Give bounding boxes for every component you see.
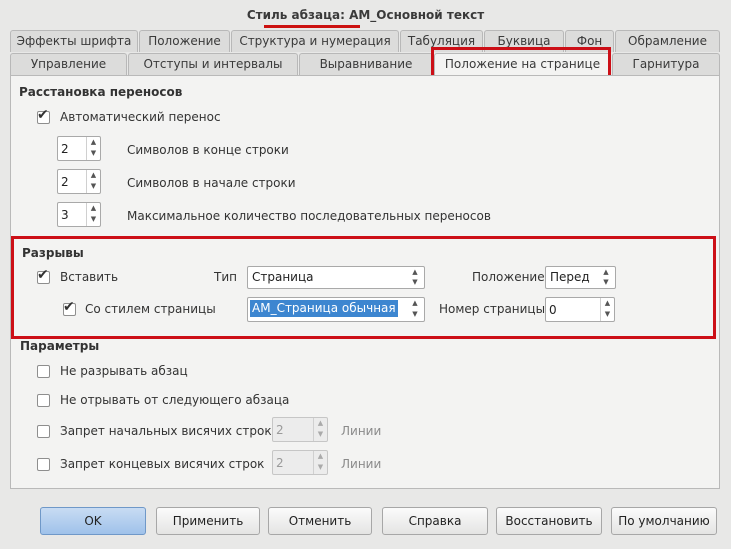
tab-drop-caps[interactable]: Буквица xyxy=(484,30,564,52)
tab-text-flow[interactable]: Положение на странице xyxy=(434,53,611,77)
combo-arrows-icon[interactable]: ▲ ▼ xyxy=(406,267,424,288)
insert-break-checkbox[interactable]: ✔ xyxy=(37,267,50,284)
tab-outline-numbering[interactable]: Структура и нумерация xyxy=(231,30,399,52)
start-chars-spinbox[interactable]: 2 ▲ ▼ xyxy=(57,169,101,194)
start-chars-label: Символов в начале строки xyxy=(127,176,296,190)
widow-lines-value: 2 xyxy=(276,456,284,470)
options-title: Параметры xyxy=(20,339,100,353)
end-chars-spinbox[interactable]: 2 ▲ ▼ xyxy=(57,136,101,161)
auto-hyphenation-checkbox[interactable]: ✔ xyxy=(37,107,50,124)
page-number-spinbox[interactable]: 0 ▲ ▼ xyxy=(545,297,615,322)
max-consecutive-label: Максимальное количество последовательных… xyxy=(127,209,491,223)
ok-button[interactable]: OK xyxy=(40,507,146,535)
break-position-combo[interactable]: Перед ▲ ▼ xyxy=(545,266,616,289)
end-chars-value: 2 xyxy=(61,142,69,156)
page-number-label: Номер страницы xyxy=(439,302,546,316)
spin-arrows-icon[interactable]: ▲ ▼ xyxy=(86,203,100,226)
with-page-style-label: Со стилем страницы xyxy=(85,302,216,316)
tab-font[interactable]: Гарнитура xyxy=(612,53,720,75)
tab-alignment[interactable]: Выравнивание xyxy=(299,53,433,75)
widow-lines-spinbox[interactable]: 2 ▲ ▼ xyxy=(272,450,328,475)
orphan-lines-unit: Линии xyxy=(341,424,382,438)
keep-with-next-checkbox[interactable] xyxy=(37,394,50,407)
orphan-lines-spinbox[interactable]: 2 ▲ ▼ xyxy=(272,417,328,442)
orphan-lines-value: 2 xyxy=(276,423,284,437)
break-type-label: Тип xyxy=(214,270,237,284)
no-split-checkbox[interactable] xyxy=(37,365,50,378)
insert-break-label: Вставить xyxy=(60,270,119,284)
spin-arrows-icon[interactable]: ▲ ▼ xyxy=(313,418,327,441)
tab-indents-spacing[interactable]: Отступы и интервалы xyxy=(128,53,298,75)
tab-panel: Расстановка переносов ✔ Автоматический п… xyxy=(10,75,720,489)
checkmark-icon: ✔ xyxy=(37,107,49,123)
tab-control[interactable]: Управление xyxy=(10,53,127,75)
tab-borders[interactable]: Обрамление xyxy=(615,30,720,52)
break-type-value: Страница xyxy=(252,270,314,284)
tab-background[interactable]: Фон xyxy=(565,30,614,52)
combo-arrows-icon[interactable]: ▲ ▼ xyxy=(406,298,424,321)
break-type-combo[interactable]: Страница ▲ ▼ xyxy=(247,266,425,289)
window-title: Стиль абзаца: АМ_Основной текст xyxy=(246,8,485,22)
combo-arrows-icon[interactable]: ▲ ▼ xyxy=(597,267,615,288)
start-chars-value: 2 xyxy=(61,175,69,189)
auto-hyphenation-label: Автоматический перенос xyxy=(60,110,221,124)
no-split-label: Не разрывать абзац xyxy=(60,364,188,378)
breaks-title: Разрывы xyxy=(22,246,84,260)
help-button[interactable]: Справка xyxy=(382,507,488,535)
spin-arrows-icon[interactable]: ▲ ▼ xyxy=(313,451,327,474)
keep-with-next-label: Не отрывать от следующего абзаца xyxy=(60,393,290,407)
tab-tabs[interactable]: Табуляция xyxy=(400,30,483,52)
widow-control-checkbox[interactable] xyxy=(37,458,50,471)
break-position-label: Положение xyxy=(472,270,545,284)
tab-position[interactable]: Положение xyxy=(139,30,230,52)
max-consecutive-spinbox[interactable]: 3 ▲ ▼ xyxy=(57,202,101,227)
end-chars-label: Символов в конце строки xyxy=(127,143,289,157)
checkmark-icon: ✔ xyxy=(37,267,49,283)
spin-arrows-icon[interactable]: ▲ ▼ xyxy=(86,170,100,193)
widow-lines-unit: Линии xyxy=(341,457,382,471)
spin-arrows-icon[interactable]: ▲ ▼ xyxy=(86,137,100,160)
max-consecutive-value: 3 xyxy=(61,208,69,222)
orphan-control-label: Запрет начальных висячих строк xyxy=(60,424,272,438)
break-position-value: Перед xyxy=(550,270,590,284)
cancel-button[interactable]: Отменить xyxy=(268,507,372,535)
with-page-style-checkbox[interactable]: ✔ xyxy=(63,299,76,316)
tab-font-effects[interactable]: Эффекты шрифта xyxy=(10,30,138,52)
page-style-value: АМ_Страница обычная xyxy=(250,300,398,317)
widow-control-label: Запрет концевых висячих строк xyxy=(60,457,265,471)
page-style-combo[interactable]: АМ_Страница обычная ▲ ▼ xyxy=(247,297,425,322)
reset-button[interactable]: Восстановить xyxy=(496,507,602,535)
apply-button[interactable]: Применить xyxy=(156,507,260,535)
orphan-control-checkbox[interactable] xyxy=(37,425,50,438)
default-button[interactable]: По умолчанию xyxy=(611,507,717,535)
hyphenation-title: Расстановка переносов xyxy=(19,85,183,99)
spin-arrows-icon[interactable]: ▲ ▼ xyxy=(600,298,614,321)
page-number-value: 0 xyxy=(549,303,557,317)
checkmark-icon: ✔ xyxy=(63,299,75,315)
title-underline-mark xyxy=(264,25,360,28)
